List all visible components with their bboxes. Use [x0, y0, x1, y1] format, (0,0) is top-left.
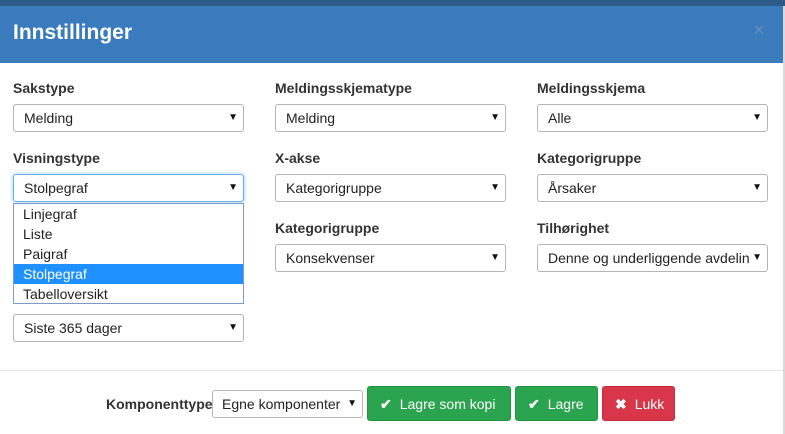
save-label: Lagre [547, 396, 584, 412]
caret-down-icon: ▼ [228, 182, 238, 193]
caret-down-icon: ▼ [752, 182, 762, 193]
komponenttype-value: Egne komponenter [222, 396, 341, 412]
xakse-label: X-akse [275, 150, 321, 166]
kategorigruppe-2-value: Konsekvenser [286, 250, 375, 266]
sakstype-select[interactable]: Melding ▼ [13, 104, 244, 132]
kategorigruppe-select[interactable]: Årsaker ▼ [537, 174, 768, 202]
caret-down-icon: ▼ [490, 252, 500, 263]
close-icon[interactable]: × [751, 21, 767, 39]
periode-value: Siste 365 dager [24, 320, 123, 336]
save-as-copy-button[interactable]: ✔ Lagre som kopi [367, 386, 511, 421]
visningstype-label: Visningstype [13, 150, 100, 166]
caret-down-icon: ▼ [752, 112, 762, 123]
komponenttype-select[interactable]: Egne komponenter ▼ [212, 390, 363, 418]
xakse-value: Kategorigruppe [286, 180, 382, 196]
dialog-title: Innstillinger [13, 21, 133, 44]
tilhorighet-value: Denne og underliggende avdelin [548, 250, 750, 266]
caret-down-icon: ▼ [228, 322, 238, 333]
close-label: Lukk [634, 396, 665, 412]
meldingsskjematype-label: Meldingsskjematype [275, 80, 412, 96]
kategorigruppe-2-label: Kategorigruppe [275, 220, 380, 236]
sakstype-label: Sakstype [13, 80, 75, 96]
meldingsskjematype-value: Melding [286, 110, 336, 126]
kategorigruppe-2-select[interactable]: Konsekvenser ▼ [275, 244, 506, 272]
cross-icon: ✖ [615, 396, 627, 412]
periode-select[interactable]: Siste 365 dager ▼ [13, 314, 244, 342]
caret-down-icon: ▼ [490, 112, 500, 123]
dropdown-option-stolpegraf[interactable]: Stolpegraf [14, 264, 243, 284]
tilhorighet-label: Tilhørighet [537, 220, 610, 236]
meldingsskjema-value: Alle [548, 110, 572, 126]
kategorigruppe-label: Kategorigruppe [537, 150, 642, 166]
sakstype-value: Melding [24, 110, 74, 126]
dropdown-option-linjegraf[interactable]: Linjegraf [14, 204, 243, 224]
meldingsskjema-select[interactable]: Alle ▼ [537, 104, 768, 132]
caret-down-icon: ▼ [228, 112, 238, 123]
caret-down-icon: ▼ [347, 398, 357, 409]
check-icon: ✔ [380, 396, 392, 412]
xakse-select[interactable]: Kategorigruppe ▼ [275, 174, 506, 202]
meldingsskjematype-select[interactable]: Melding ▼ [275, 104, 506, 132]
dropdown-option-paigraf[interactable]: Paigraf [14, 244, 243, 264]
save-button[interactable]: ✔ Lagre [515, 386, 598, 421]
kategorigruppe-value: Årsaker [548, 180, 597, 196]
settings-dialog: Innstillinger × Sakstype Melding ▼ Meldi… [0, 6, 785, 434]
footer-divider [0, 370, 783, 371]
save-as-copy-label: Lagre som kopi [399, 396, 496, 412]
caret-down-icon: ▼ [490, 182, 500, 193]
dialog-header: Innstillinger × [0, 6, 783, 63]
check-icon: ✔ [528, 396, 540, 412]
close-button[interactable]: ✖ Lukk [602, 386, 675, 421]
dropdown-option-liste[interactable]: Liste [14, 224, 243, 244]
komponenttype-label: Komponenttype [106, 396, 213, 412]
tilhorighet-select[interactable]: Denne og underliggende avdelin ▼ [537, 244, 768, 272]
caret-down-icon: ▼ [752, 252, 762, 263]
dropdown-option-tabelloversikt[interactable]: Tabelloversikt [14, 284, 243, 304]
visningstype-value: Stolpegraf [24, 180, 88, 196]
meldingsskjema-label: Meldingsskjema [537, 80, 646, 96]
visningstype-dropdown-list: Linjegraf Liste Paigraf Stolpegraf Tabel… [13, 203, 244, 304]
visningstype-select[interactable]: Stolpegraf ▼ [13, 174, 244, 202]
